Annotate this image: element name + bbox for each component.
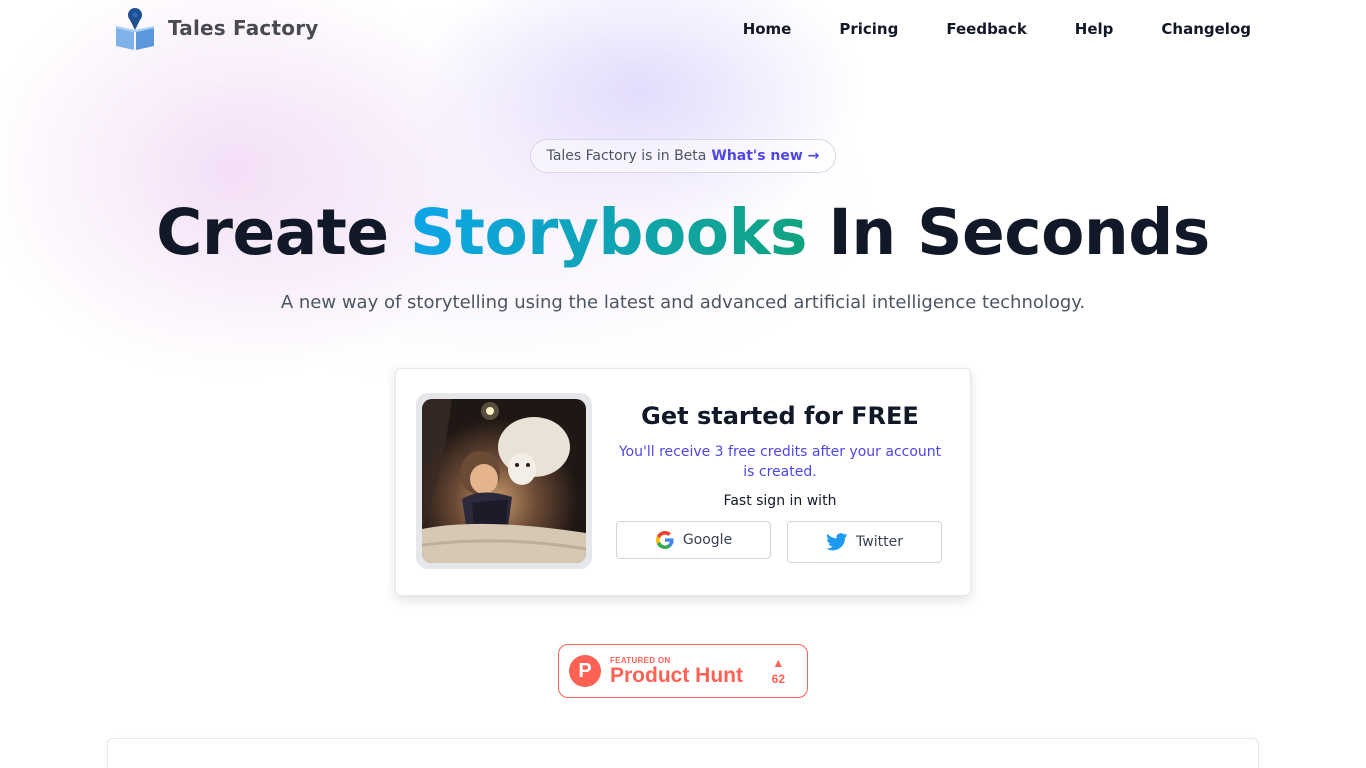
site-header: Tales Factory Home Pricing Feedback Help… [0, 0, 1366, 60]
upvote-arrow-icon: ▲ [772, 656, 785, 670]
main-nav: Home Pricing Feedback Help Changelog [743, 20, 1251, 38]
vote-count: 62 [771, 672, 785, 686]
hero-subtitle: A new way of storytelling using the late… [280, 292, 1086, 313]
hero-title: Create Storybooks In Seconds [0, 196, 1366, 269]
card-title: Get started for FREE [641, 402, 919, 430]
beta-text: Tales Factory is in Beta [546, 148, 707, 164]
book-pin-logo-icon [116, 8, 154, 50]
hero-title-highlight: Storybooks [410, 196, 807, 269]
nav-pricing[interactable]: Pricing [839, 20, 898, 38]
child-reading-with-sheep-image [422, 399, 586, 563]
product-hunt-logo-icon: P [569, 655, 601, 687]
hero-title-part1: Create [156, 196, 389, 269]
google-label: Google [682, 532, 733, 548]
google-signin-button[interactable]: Google [616, 521, 771, 559]
twitter-label: Twitter [856, 534, 903, 550]
hero-title-part2: In Seconds [828, 196, 1210, 269]
free-credits-note: You'll receive 3 free credits after your… [618, 444, 942, 480]
product-hunt-name: Product Hunt [610, 663, 743, 687]
nav-changelog[interactable]: Changelog [1161, 20, 1251, 38]
storybook-illustration [416, 393, 592, 569]
nav-help[interactable]: Help [1075, 20, 1114, 38]
whats-new-link[interactable]: What's new → [711, 148, 819, 164]
twitter-signin-button[interactable]: Twitter [787, 521, 942, 563]
product-hunt-text: FEATURED ON Product Hunt [610, 656, 743, 687]
brand-home-link[interactable]: Tales Factory [114, 6, 319, 50]
fast-signin-label: Fast sign in with [723, 493, 837, 509]
brand-name: Tales Factory [168, 16, 319, 40]
content-panel [107, 738, 1259, 768]
google-icon [655, 531, 674, 549]
product-hunt-badge[interactable]: P FEATURED ON Product Hunt ▲ 62 [558, 644, 808, 698]
signup-card: Get started for FREE You'll receive 3 fr… [395, 368, 971, 596]
nav-home[interactable]: Home [743, 20, 792, 38]
upvote-count: ▲ 62 [772, 656, 785, 686]
beta-announcement: Tales Factory is in Beta What's new → [530, 139, 836, 173]
twitter-bird-icon [826, 533, 848, 551]
nav-feedback[interactable]: Feedback [946, 20, 1026, 38]
